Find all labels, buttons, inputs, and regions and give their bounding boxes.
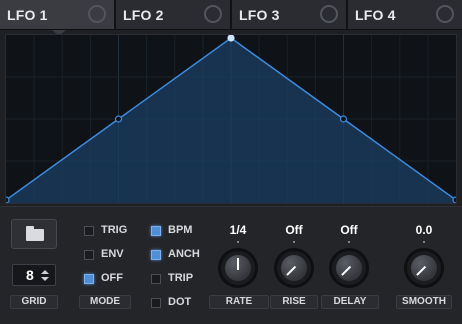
dot-label: DOT (168, 296, 192, 308)
lfo-mod-ring-icon[interactable] (320, 5, 338, 23)
tab-lfo-4[interactable]: LFO 4 (348, 0, 462, 30)
trip-checkbox[interactable] (151, 274, 161, 284)
off-label: OFF (101, 272, 123, 284)
lfo-point-handle[interactable] (227, 35, 235, 42)
lfo-point-handle[interactable] (6, 196, 10, 203)
tab-label: LFO 3 (239, 7, 280, 23)
trig-label: TRIG (101, 224, 128, 236)
trip-label: TRIP (168, 272, 194, 284)
lfo-shape-fill (6, 38, 456, 203)
smooth-knob[interactable] (404, 248, 444, 288)
tab-lfo-2[interactable]: LFO 2 (116, 0, 230, 30)
grid-stepper[interactable]: 8 (12, 264, 56, 286)
rise-tick (293, 241, 295, 243)
tab-label: LFO 1 (7, 7, 48, 23)
delay-value: Off (340, 223, 358, 237)
knob-indicator (237, 258, 239, 270)
lfo-point-handle[interactable] (452, 196, 456, 203)
env-label: ENV (101, 248, 124, 260)
delay-knob[interactable] (329, 248, 369, 288)
off-checkbox[interactable] (84, 274, 94, 284)
smooth-value: 0.0 (415, 223, 433, 237)
lfo-tab-bar: LFO 1 LFO 2 LFO 3 LFO 4 (0, 0, 462, 36)
anch-checkbox[interactable] (151, 250, 161, 260)
grid-label: GRID (10, 295, 58, 309)
tab-lfo-3[interactable]: LFO 3 (232, 0, 346, 30)
chevron-up-icon[interactable] (41, 270, 49, 274)
bpm-checkbox[interactable] (151, 226, 161, 236)
grid-value: 8 (26, 267, 34, 283)
preset-folder-button[interactable] (11, 219, 57, 249)
tab-label: LFO 2 (123, 7, 164, 23)
env-checkbox[interactable] (84, 250, 94, 260)
rate-value: 1/4 (229, 223, 247, 237)
lfo-panel: LFO 1 LFO 2 LFO 3 LFO 4 8 GRID TRIG ENV … (0, 0, 462, 324)
mode-label: MODE (79, 295, 131, 309)
lfo-shape-graph[interactable] (6, 35, 456, 203)
rate-tick (237, 241, 239, 243)
dot-checkbox[interactable] (151, 298, 161, 308)
trig-checkbox[interactable] (84, 226, 94, 236)
lfo-shape-editor[interactable] (5, 34, 457, 204)
lfo-mod-ring-icon[interactable] (436, 5, 454, 23)
bpm-label: BPM (168, 224, 193, 236)
lfo-point-handle[interactable] (339, 115, 348, 123)
rate-label: RATE (209, 295, 269, 309)
lfo-mod-ring-icon[interactable] (88, 5, 106, 23)
rise-label: RISE (270, 295, 318, 309)
smooth-label: SMOOTH (396, 295, 452, 309)
tab-lfo-1[interactable]: LFO 1 (0, 0, 114, 36)
rate-knob[interactable] (218, 248, 258, 288)
tab-label: LFO 4 (355, 7, 396, 23)
folder-icon (26, 226, 44, 241)
lfo-mod-ring-icon[interactable] (204, 5, 222, 23)
delay-tick (348, 241, 350, 243)
delay-label: DELAY (321, 295, 379, 309)
chevron-down-icon[interactable] (41, 277, 49, 281)
rise-knob[interactable] (274, 248, 314, 288)
lfo-point-handle[interactable] (114, 115, 123, 123)
rise-value: Off (285, 223, 303, 237)
smooth-tick (423, 241, 425, 243)
anch-label: ANCH (168, 248, 200, 260)
